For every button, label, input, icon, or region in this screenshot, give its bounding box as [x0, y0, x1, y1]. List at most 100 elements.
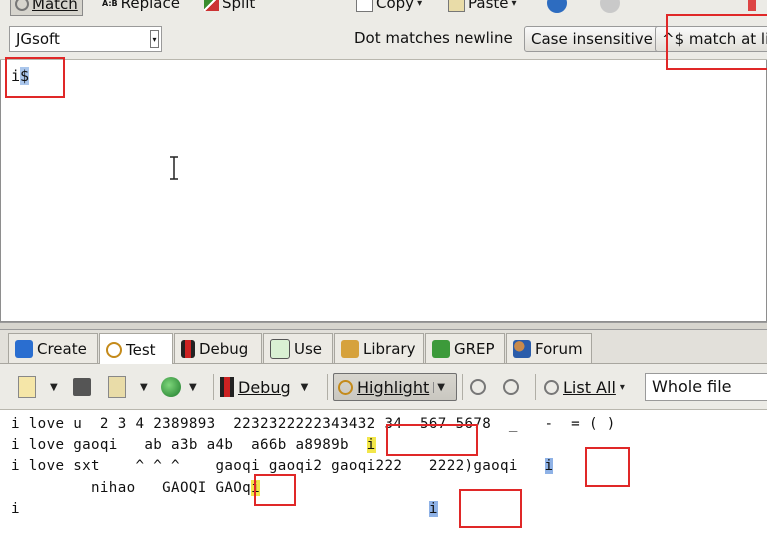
redo-icon	[600, 0, 620, 13]
match-button[interactable]: Match	[10, 0, 83, 16]
create-icon	[15, 339, 33, 358]
regex-editor[interactable]: i$	[0, 60, 767, 322]
paste-icon	[448, 0, 465, 12]
split-icon	[204, 0, 219, 11]
case-insensitive-button[interactable]: Case insensitive	[524, 26, 660, 52]
tab-debug-label: Debug	[199, 339, 249, 358]
magnifier-icon	[544, 379, 559, 395]
zoom-next-icon	[503, 379, 519, 395]
copy-dropdown-icon[interactable]: ▾	[417, 0, 422, 9]
paste-button[interactable]: Paste ▾	[448, 0, 517, 14]
line-text: nihao GAOQI GAOq	[11, 480, 252, 496]
paste-dropdown-icon[interactable]: ▾	[512, 0, 517, 9]
annotation-box	[666, 14, 767, 70]
save-icon	[73, 378, 91, 396]
split-label: Split	[222, 0, 256, 12]
options-bar: JGsoft ▾ Dot matches newline Case insens…	[0, 16, 767, 60]
test-toolbar: ▼ ▼ ▼ Debug ▼ Highlight ▼ List All ▾ Who…	[0, 364, 767, 410]
users-icon	[513, 339, 531, 358]
test-line: i i	[11, 501, 438, 517]
toolbar-separator	[462, 374, 463, 400]
undo-button[interactable]	[547, 0, 567, 14]
magnifier-icon	[15, 0, 29, 11]
next-match-button[interactable]	[503, 373, 519, 401]
annotation-box	[386, 424, 478, 456]
highlight-label: Highlight	[357, 377, 430, 397]
tab-test-label: Test	[126, 340, 156, 359]
toolbar-separator	[327, 374, 328, 400]
clipboard-button[interactable]: ▼	[108, 373, 148, 401]
tab-create[interactable]: Create	[8, 333, 98, 363]
redo-button[interactable]	[600, 0, 620, 14]
tab-grep-label: GREP	[454, 339, 495, 358]
scope-select[interactable]: Whole file	[645, 373, 767, 401]
line-text: i	[11, 501, 429, 517]
clipboard-icon	[108, 376, 126, 398]
tab-use[interactable]: Use	[263, 333, 333, 363]
test-line: i love u 2 3 4 2389893 2232322222343432 …	[11, 416, 616, 432]
paste-label: Paste	[468, 0, 509, 12]
highlight-dropdown-icon[interactable]: ▼	[433, 381, 445, 393]
zoom-previous-icon	[470, 379, 486, 395]
highlight-button[interactable]: Highlight ▼	[333, 373, 457, 401]
pane-splitter[interactable]	[0, 322, 767, 330]
match-highlight: i	[366, 437, 376, 453]
tab-use-label: Use	[294, 339, 323, 358]
grep-icon	[432, 339, 450, 358]
tab-library-label: Library	[363, 339, 416, 358]
top-toolbar: Match A:B Replace Split Copy ▾ Paste ▾	[0, 0, 767, 16]
annotation-box	[585, 447, 630, 487]
use-icon	[270, 338, 290, 359]
debug-button[interactable]: Debug ▼	[220, 373, 308, 401]
magnifier-icon	[338, 379, 353, 395]
copy-button[interactable]: Copy ▾	[356, 0, 422, 14]
globe-icon	[161, 377, 181, 397]
ibeam-cursor-icon	[170, 156, 178, 180]
tab-grep[interactable]: GREP	[425, 333, 505, 363]
debug-dropdown-icon[interactable]: ▼	[301, 382, 309, 393]
list-all-label: List All	[563, 377, 616, 397]
dot-matches-newline-button[interactable]: Dot matches newline	[348, 26, 519, 52]
toolbar-separator	[213, 374, 214, 400]
tab-debug[interactable]: Debug	[174, 333, 262, 363]
list-all-dropdown-icon[interactable]: ▾	[620, 382, 625, 393]
debug-label: Debug	[238, 377, 291, 397]
bug-icon	[181, 339, 195, 358]
web-dropdown-icon[interactable]: ▼	[189, 382, 197, 393]
new-file-dropdown-icon[interactable]: ▼	[50, 382, 58, 393]
line-text: i love sxt ^ ^ ^ gaoqi gaoqi2 gaoqi222 2…	[11, 458, 545, 474]
file-icon	[18, 376, 36, 398]
more-icon[interactable]	[748, 0, 756, 14]
match-label: Match	[32, 0, 78, 13]
tab-library[interactable]: Library	[334, 333, 424, 363]
previous-match-button[interactable]	[470, 373, 486, 401]
bug-icon	[220, 377, 234, 397]
flavor-dropdown-icon[interactable]: ▾	[150, 30, 159, 48]
new-file-button[interactable]: ▼	[18, 373, 58, 401]
test-subject-editor[interactable]: i love u 2 3 4 2389893 2232322222343432 …	[0, 410, 767, 551]
replace-label: Replace	[120, 0, 180, 12]
toolbar-separator	[535, 374, 536, 400]
tab-forum[interactable]: Forum	[506, 333, 592, 363]
tab-forum-label: Forum	[535, 339, 583, 358]
test-line: i love gaoqi ab a3b a4b a66b a8989b i	[11, 437, 376, 453]
clipboard-dropdown-icon[interactable]: ▼	[140, 382, 148, 393]
replace-button[interactable]: A:B Replace	[102, 0, 180, 14]
save-button[interactable]	[73, 373, 91, 401]
web-button[interactable]: ▼	[161, 373, 197, 401]
split-button[interactable]: Split	[204, 0, 255, 14]
copy-label: Copy	[376, 0, 415, 12]
tab-create-label: Create	[37, 339, 87, 358]
copy-icon	[356, 0, 373, 12]
list-all-button[interactable]: List All ▾	[544, 373, 625, 401]
line-text: i love gaoqi ab a3b a4b a66b a8989b	[11, 437, 367, 453]
library-icon	[341, 339, 359, 358]
tab-test[interactable]: Test	[99, 333, 173, 365]
test-line: nihao GAOQI GAOqi	[11, 480, 260, 496]
magnifier-icon	[106, 341, 122, 358]
match-highlight: i	[544, 458, 554, 474]
annotation-box	[254, 474, 296, 506]
annotation-box	[5, 57, 65, 98]
flavor-select[interactable]: JGsoft	[9, 26, 162, 52]
annotation-box	[459, 489, 522, 528]
